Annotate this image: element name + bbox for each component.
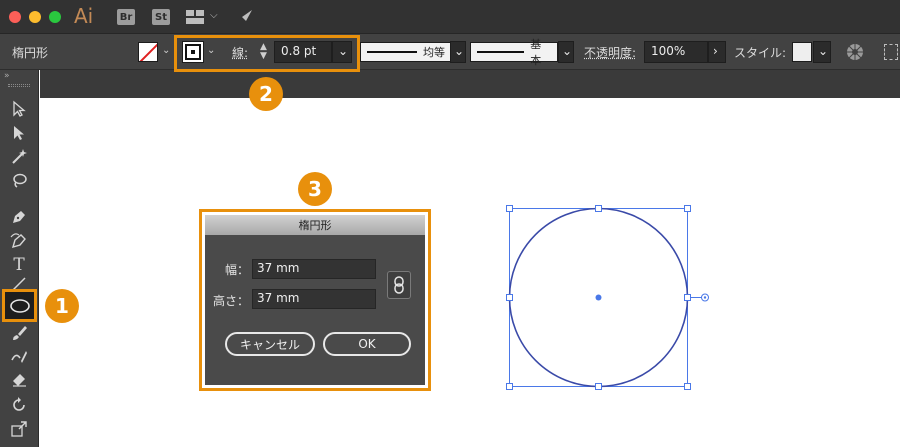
selection-type-label: 楕円形 xyxy=(12,46,49,60)
fill-swatch[interactable] xyxy=(138,42,158,62)
ellipse-dialog: 楕円形 幅： 37 mm 高さ： 37 mm キャンセル OK xyxy=(205,215,425,385)
opacity-popup-button[interactable]: › xyxy=(708,41,726,63)
dialog-title: 楕円形 xyxy=(205,215,425,235)
width-label: 幅： xyxy=(225,263,250,277)
fill-dropdown-chevron[interactable]: ⌄ xyxy=(162,45,170,56)
width-input[interactable]: 37 mm xyxy=(252,259,376,279)
eraser-tool-icon[interactable] xyxy=(8,368,30,390)
brush-dropdown[interactable]: ⌄ xyxy=(558,41,574,63)
document-tab-strip xyxy=(40,70,900,98)
collapse-panel-icon[interactable]: » xyxy=(4,71,10,81)
callout-badge-3: 3 xyxy=(298,172,332,206)
tools-panel: » T xyxy=(0,70,39,447)
control-bar: 楕円形 ⌄ ⌄ 線: ▲ ▼ 0.8 pt ⌄ 均等 ⌄ 基本 ⌄ 不透明度: 1… xyxy=(0,34,900,70)
pen-tool-icon[interactable] xyxy=(8,206,30,228)
transform-icon[interactable] xyxy=(884,44,898,60)
stock-button[interactable]: St xyxy=(152,9,170,25)
style-dropdown[interactable]: ⌄ xyxy=(813,41,831,63)
panel-grip[interactable] xyxy=(8,84,30,87)
graphic-style-swatch[interactable] xyxy=(792,42,812,62)
close-window-button[interactable] xyxy=(9,11,21,23)
rocket-icon[interactable] xyxy=(236,7,256,27)
zoom-window-button[interactable] xyxy=(49,11,61,23)
selection-tool-icon[interactable] xyxy=(8,98,30,120)
center-point xyxy=(595,294,602,301)
minimize-window-button[interactable] xyxy=(29,11,41,23)
layout-grid-icon[interactable] xyxy=(186,9,206,25)
callout-badge-2: 2 xyxy=(249,77,283,111)
cancel-button[interactable]: キャンセル xyxy=(225,332,315,356)
brush-definition[interactable]: 基本 xyxy=(470,38,558,67)
chevron-down-icon[interactable]: ⌵ xyxy=(210,10,218,21)
curvature-tool-icon[interactable] xyxy=(8,230,30,252)
direct-selection-tool-icon[interactable] xyxy=(8,122,30,144)
opacity-label[interactable]: 不透明度: xyxy=(584,44,636,61)
brush-line xyxy=(477,51,525,53)
title-bar: Ai Br St ⌵ xyxy=(0,0,900,34)
magic-wand-tool-icon[interactable] xyxy=(8,146,30,168)
height-input[interactable]: 37 mm xyxy=(252,289,376,309)
recolor-artwork-icon[interactable] xyxy=(846,43,864,61)
selected-ellipse[interactable] xyxy=(500,200,715,395)
profile-dropdown[interactable]: ⌄ xyxy=(450,41,466,63)
variable-width-profile[interactable]: 均等 xyxy=(360,42,452,62)
scale-tool-icon[interactable] xyxy=(8,418,30,440)
constrain-proportions-button[interactable] xyxy=(387,271,411,299)
rotate-tool-icon[interactable] xyxy=(8,394,30,416)
style-label: スタイル: xyxy=(734,46,787,60)
profile-line xyxy=(367,51,417,53)
bridge-button[interactable]: Br xyxy=(117,9,135,25)
ellipse-tool-button[interactable] xyxy=(2,289,37,322)
chain-link-icon xyxy=(394,276,404,294)
ellipse-tool-icon xyxy=(9,298,30,313)
profile-label: 均等 xyxy=(423,46,445,59)
callout-badge-1: 1 xyxy=(45,289,79,323)
lasso-tool-icon[interactable] xyxy=(8,170,30,192)
opacity-input[interactable]: 100% xyxy=(644,41,708,63)
brush-label: 基本 xyxy=(530,38,542,67)
stroke-weight-highlight xyxy=(174,35,360,72)
shaper-tool-icon[interactable] xyxy=(8,346,30,368)
paintbrush-tool-icon[interactable] xyxy=(8,322,30,344)
height-label: 高さ： xyxy=(213,294,250,308)
app-logo: Ai xyxy=(74,4,94,28)
ok-button[interactable]: OK xyxy=(323,332,411,356)
pie-widget-dot xyxy=(703,296,707,299)
